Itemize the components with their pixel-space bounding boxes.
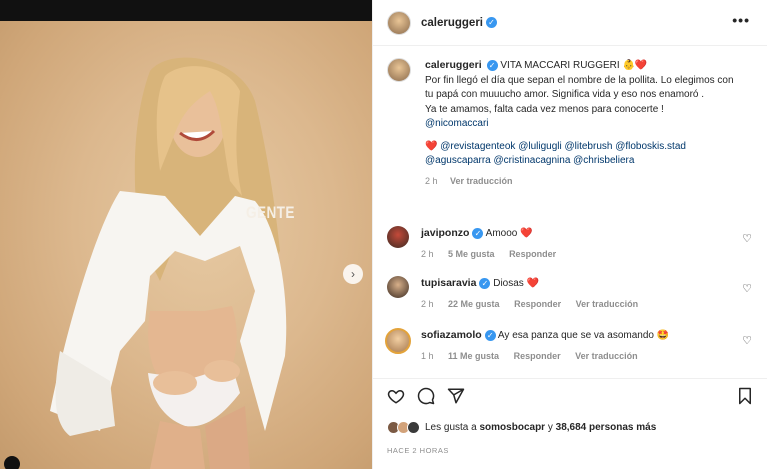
caption-username[interactable]: caleruggeri xyxy=(425,59,482,71)
comment-avatar[interactable] xyxy=(385,328,411,354)
comment-item: sofiazamolo ✓ Ay esa panza que se va asom… xyxy=(385,328,762,363)
action-bar xyxy=(373,378,767,414)
verified-badge-icon: ✓ xyxy=(484,329,496,341)
comment-translate-link[interactable]: Ver traducción xyxy=(576,299,639,309)
top-bar xyxy=(0,0,372,21)
post-photo[interactable]: GENTE › xyxy=(0,21,372,469)
verified-badge-icon: ✓ xyxy=(479,277,491,289)
more-options-icon[interactable]: ••• xyxy=(732,12,750,28)
posted-time: HACE 2 HORAS xyxy=(387,446,449,455)
comment-like-heart-icon[interactable]: ♡ xyxy=(742,232,752,245)
comment-username[interactable]: tupisaravia xyxy=(421,277,476,289)
heart-outline-icon[interactable] xyxy=(387,387,405,410)
caption-text: Por fin llegó el día que sepan el nombre… xyxy=(425,74,734,101)
comment-body: tupisaravia ✓ Diosas ❤️ 2 h 22 Me gusta R… xyxy=(421,276,721,311)
comment-translate-link[interactable]: Ver traducción xyxy=(575,351,638,361)
next-image-button[interactable]: › xyxy=(343,264,363,284)
post-caption: caleruggeri ✓ VITA MACCARI RUGGERI 👶❤️ Po… xyxy=(387,58,757,188)
comment-body: javiponzo ✓ Amooo ❤️ 2 h 5 Me gusta Respo… xyxy=(421,226,721,261)
likes-user[interactable]: somosbocapr xyxy=(480,422,546,433)
post-header: caleruggeri ✓ ••• xyxy=(373,0,767,46)
likes-middle: y xyxy=(547,422,553,433)
comment-meta: 2 h 5 Me gusta Responder xyxy=(421,247,721,261)
caption-text-2: Ya te amamos, falta cada vez menos para … xyxy=(425,103,664,115)
comment-likes[interactable]: 22 Me gusta xyxy=(448,299,500,309)
comment-emoji: 🤩 xyxy=(656,330,670,341)
verified-badge-icon: ✓ xyxy=(486,59,498,71)
comment-bubble-icon[interactable] xyxy=(417,387,435,410)
comment-username[interactable]: javiponzo xyxy=(421,227,469,239)
comment-text: Amooo xyxy=(485,228,518,239)
header-username[interactable]: caleruggeri xyxy=(421,17,483,29)
bookmark-icon[interactable] xyxy=(737,387,753,410)
comment-reply-button[interactable]: Responder xyxy=(514,351,561,361)
comment-like-heart-icon[interactable]: ♡ xyxy=(742,334,752,347)
comment-reply-button[interactable]: Responder xyxy=(514,299,561,309)
comment-body: sofiazamolo ✓ Ay esa panza que se va asom… xyxy=(421,328,721,363)
verified-badge-icon: ✓ xyxy=(486,17,497,28)
comment-reply-button[interactable]: Responder xyxy=(509,249,556,259)
comment-meta: 1 h 11 Me gusta Responder Ver traducción xyxy=(421,349,721,363)
caption-mention[interactable]: @nicomaccari xyxy=(425,117,735,132)
comment-time: 1 h xyxy=(421,351,434,361)
comment-likes[interactable]: 5 Me gusta xyxy=(448,249,495,259)
comment-username[interactable]: sofiazamolo xyxy=(421,329,482,341)
comment-item: tupisaravia ✓ Diosas ❤️ 2 h 22 Me gusta R… xyxy=(387,276,762,311)
caption-title: VITA MACCARI RUGGERI 👶❤️ xyxy=(500,60,648,71)
corner-dot-icon xyxy=(4,456,20,469)
avatar[interactable] xyxy=(387,10,411,35)
gente-watermark: GENTE xyxy=(246,203,295,222)
comment-like-heart-icon[interactable]: ♡ xyxy=(742,282,752,295)
comment-text: Ay esa panza que se va asomando xyxy=(497,330,654,341)
caption-credits: ❤️ @revistagenteok @luligugli @litebrush… xyxy=(425,140,735,169)
comment-item: javiponzo ✓ Amooo ❤️ 2 h 5 Me gusta Respo… xyxy=(387,226,762,261)
post-details-panel: caleruggeri ✓ ••• caleruggeri ✓ VITA MACC… xyxy=(372,0,767,469)
caption-time: 2 h xyxy=(425,175,438,186)
comment-avatar[interactable] xyxy=(387,226,409,248)
caption-avatar[interactable] xyxy=(387,58,411,82)
liker-avatar xyxy=(407,421,420,434)
comment-emoji: ❤️ xyxy=(520,228,533,239)
likes-text: Les gusta a somosbocapr y 38,684 persona… xyxy=(425,422,656,433)
caption-body: caleruggeri ✓ VITA MACCARI RUGGERI 👶❤️ Po… xyxy=(425,58,735,188)
comment-meta: 2 h 22 Me gusta Responder Ver traducción xyxy=(421,297,721,311)
likes-count[interactable]: 38,684 personas más xyxy=(556,422,657,433)
comment-time: 2 h xyxy=(421,249,434,259)
likes-prefix: Les gusta a xyxy=(425,422,477,433)
photo-illustration xyxy=(50,57,287,469)
comment-emoji: ❤️ xyxy=(526,278,540,289)
caption-translate-link[interactable]: Ver traducción xyxy=(450,176,513,186)
comment-time: 2 h xyxy=(421,299,434,309)
verified-badge-icon: ✓ xyxy=(472,227,484,239)
paper-plane-icon[interactable] xyxy=(447,387,465,410)
credits-heart-emoji: ❤️ xyxy=(425,140,438,152)
comment-likes[interactable]: 11 Me gusta xyxy=(448,351,499,361)
credits-mentions[interactable]: @revistagenteok @luligugli @litebrush @f… xyxy=(425,141,686,167)
comment-avatar[interactable] xyxy=(387,276,409,298)
comment-text: Diosas xyxy=(493,278,524,289)
caption-meta: 2 h Ver traducción xyxy=(425,174,735,189)
likes-summary: Les gusta a somosbocapr y 38,684 persona… xyxy=(387,421,656,434)
